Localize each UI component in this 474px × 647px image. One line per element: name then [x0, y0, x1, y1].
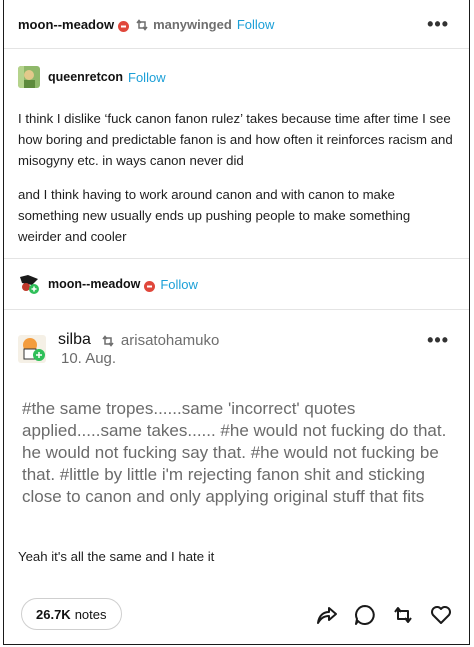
reply-icon[interactable]: [353, 603, 377, 627]
notes-label: notes: [74, 606, 107, 622]
post-header: moon--meadow manywinged Follow •••: [4, 12, 469, 36]
follow-button[interactable]: Follow: [237, 17, 275, 32]
divider: [4, 309, 469, 310]
reblog-header: queenretcon Follow: [4, 64, 469, 90]
post-comment: Yeah it's all the same and I hate it: [18, 549, 215, 564]
badge-icon: [144, 279, 156, 292]
post-date: 10. Aug.: [61, 349, 117, 367]
reblog-icon[interactable]: [391, 603, 415, 627]
divider: [4, 258, 469, 259]
avatar[interactable]: [18, 66, 40, 88]
badge-icon: [118, 19, 130, 32]
like-icon[interactable]: [429, 603, 453, 627]
share-icon[interactable]: [315, 603, 339, 627]
post-author[interactable]: moon--meadow: [18, 17, 114, 32]
reblog-header: moon--meadow Follow: [4, 271, 469, 297]
reblog-paragraph: I think I dislike ‘fuck canon fanon rule…: [18, 111, 453, 168]
divider: [4, 48, 469, 49]
post-actions: [315, 603, 453, 627]
reblog-author[interactable]: moon--meadow: [48, 277, 140, 291]
reblog-icon: [135, 18, 149, 31]
follow-button[interactable]: Follow: [128, 70, 166, 85]
follow-button[interactable]: Follow: [160, 277, 198, 292]
reblog-icon: [101, 334, 115, 347]
reblog-paragraph: and I think having to work around canon …: [18, 187, 411, 244]
notes-count: 26.7K: [36, 606, 71, 622]
reblog-source[interactable]: manywinged: [153, 17, 232, 32]
post-card: moon--meadow manywinged Follow ••• queen…: [3, 0, 470, 645]
notes-button[interactable]: 26.7K notes: [21, 598, 122, 630]
more-menu-icon[interactable]: •••: [427, 14, 449, 35]
avatar[interactable]: [18, 273, 40, 295]
reblog-author[interactable]: silba: [58, 331, 91, 349]
reblog-author[interactable]: queenretcon: [48, 70, 123, 84]
post-date-row: 10. Aug.: [4, 348, 469, 368]
post-tags: #the same tropes......same 'incorrect' q…: [22, 399, 447, 506]
reblog-source[interactable]: arisatohamuko: [121, 332, 219, 349]
